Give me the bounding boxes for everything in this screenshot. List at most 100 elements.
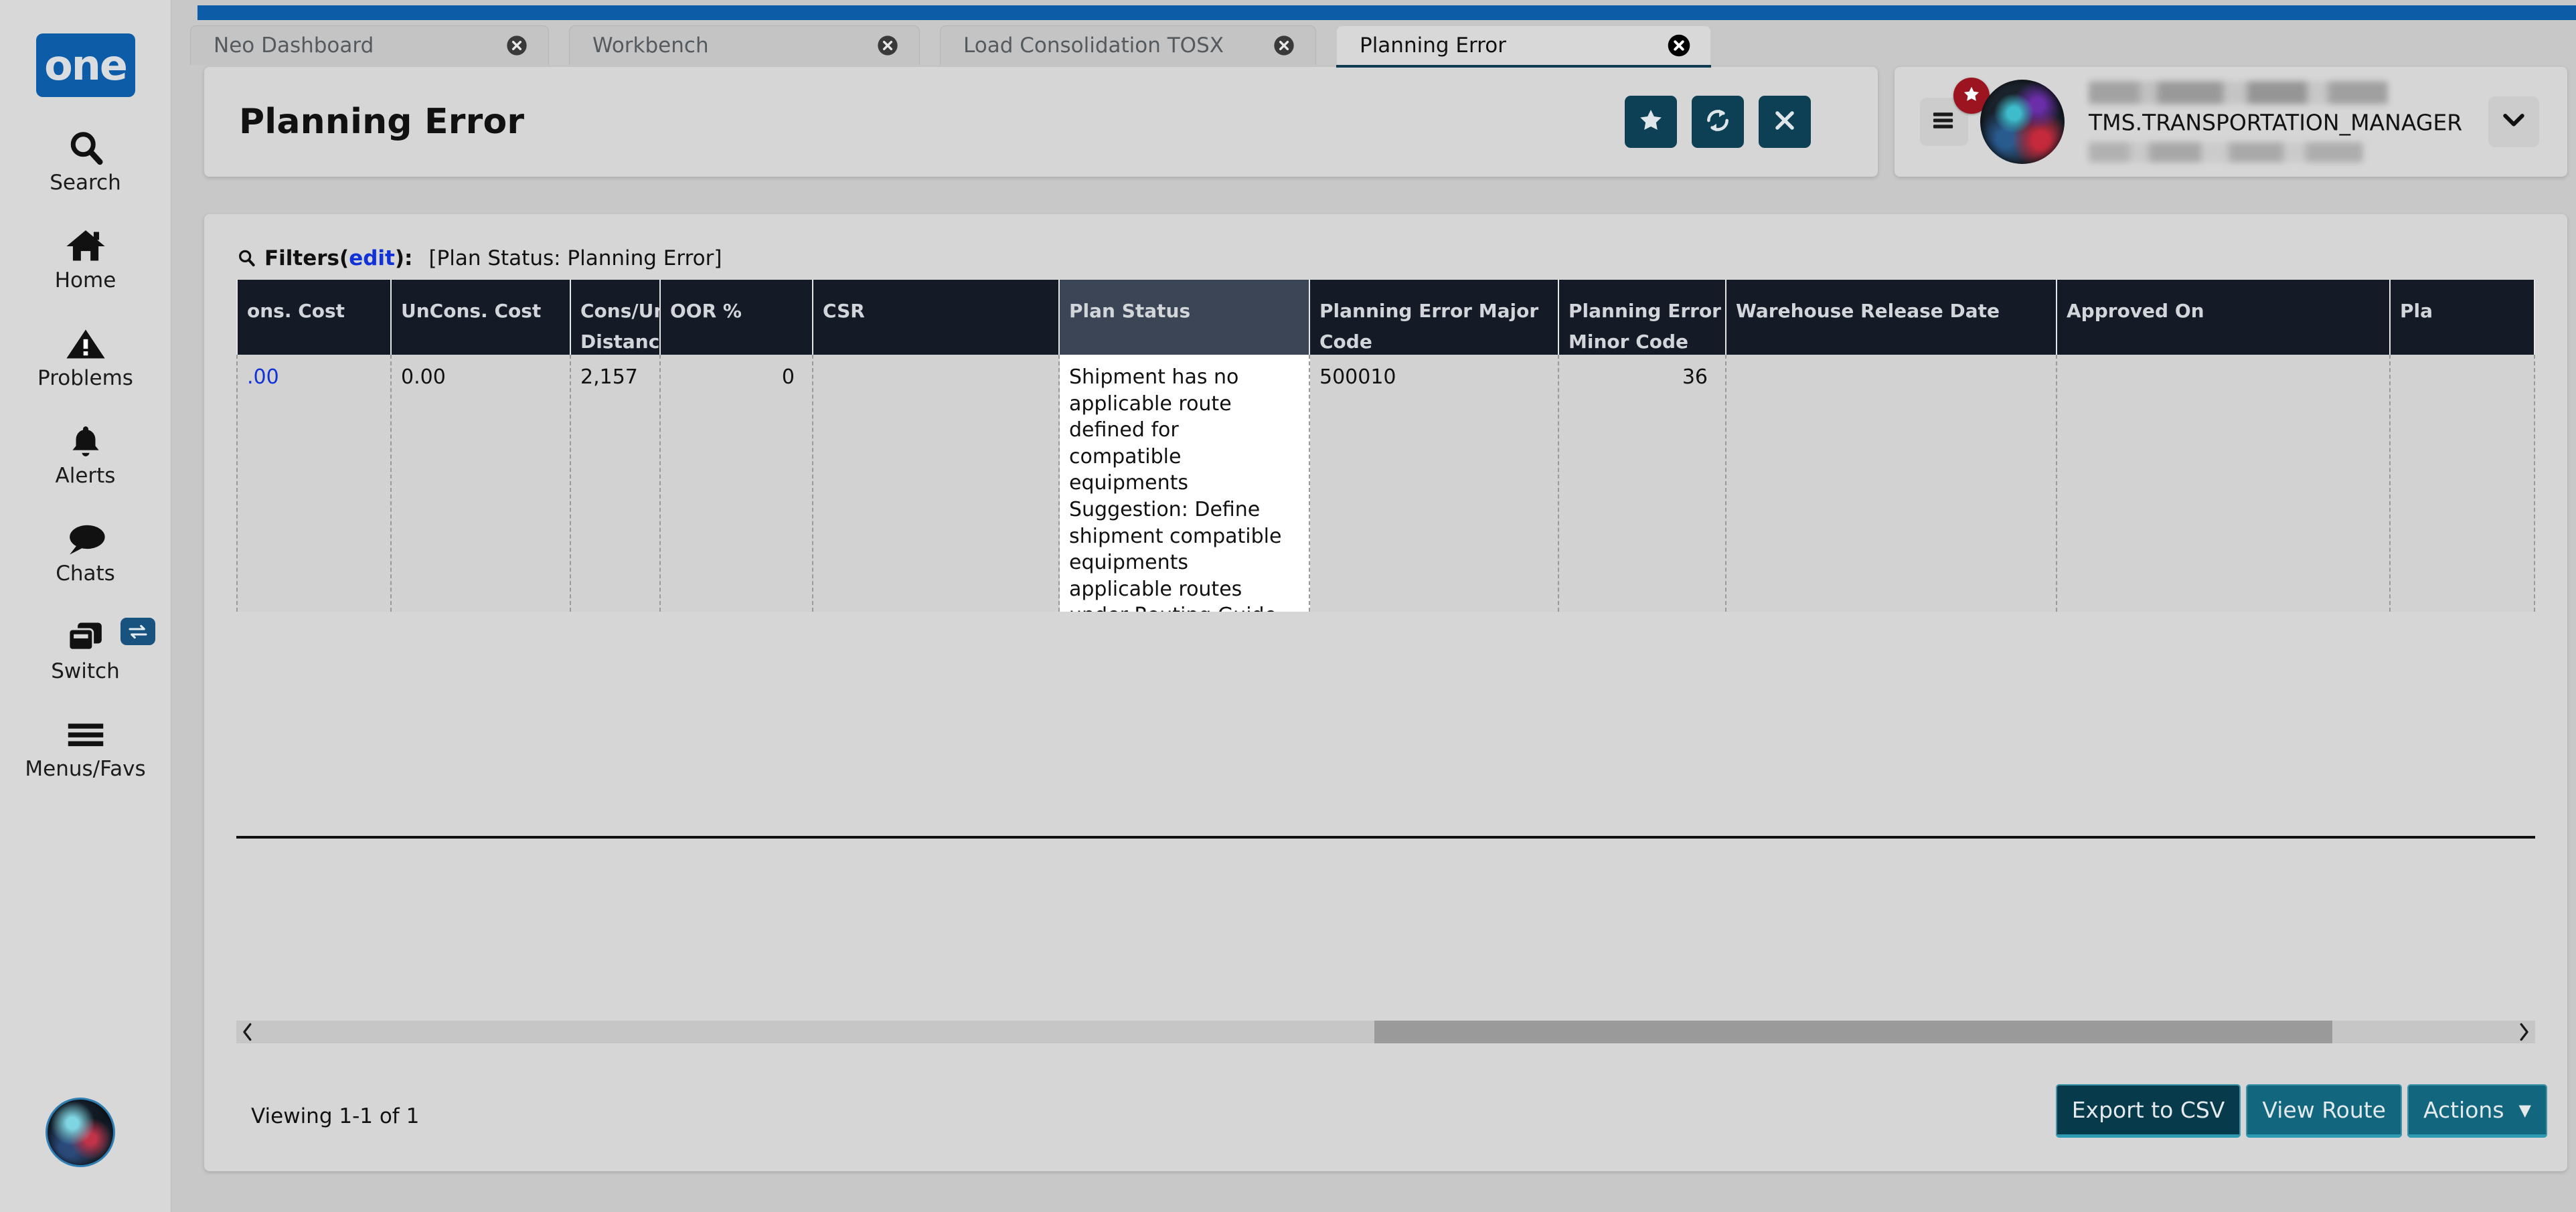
- home-icon: [65, 226, 106, 267]
- sidebar-item-label: Switch: [51, 659, 120, 683]
- tab-close-icon[interactable]: [876, 34, 899, 57]
- column-header[interactable]: Cons/UnC Distance: [571, 280, 661, 355]
- sidebar-item-label: Problems: [37, 366, 133, 390]
- column-header[interactable]: CSR: [813, 280, 1060, 355]
- tab-planning-error[interactable]: Planning Error: [1336, 25, 1711, 65]
- table-cell: 2,157: [571, 355, 661, 612]
- refresh-button[interactable]: [1692, 96, 1744, 148]
- column-header[interactable]: Planning Error Major Code: [1310, 280, 1559, 355]
- table-cell: 500010: [1310, 355, 1559, 612]
- main-content-card: Filters ( edit ): [Plan Status: Planning…: [204, 214, 2567, 1171]
- record-count-label: Viewing 1-1 of 1: [251, 1104, 419, 1128]
- column-header[interactable]: Approved On: [2057, 280, 2391, 355]
- button-label: View Route: [2262, 1097, 2386, 1123]
- column-header[interactable]: UnCons. Cost: [392, 280, 571, 355]
- close-x-icon: [1772, 108, 1797, 137]
- column-header[interactable]: Planning Error Minor Code: [1559, 280, 1726, 355]
- user-display-name-redacted: [2089, 82, 2388, 104]
- button-label: Actions: [2423, 1097, 2504, 1123]
- table-cell: Shipment has no applicable route defined…: [1060, 355, 1310, 612]
- sidebar-item-search[interactable]: Search: [0, 128, 171, 195]
- table-cell: 0: [661, 355, 813, 612]
- table-cell: [2057, 355, 2391, 612]
- cell-link[interactable]: .00: [247, 365, 279, 389]
- left-sidebar: one Search Home Problems Alerts: [0, 0, 171, 1212]
- search-icon: [66, 128, 106, 169]
- tab-load-consolidation-tosx[interactable]: Load Consolidation TOSX: [940, 25, 1316, 65]
- sidebar-item-label: Menus/Favs: [25, 757, 145, 781]
- export-to-csv-button[interactable]: Export to CSV: [2056, 1084, 2241, 1138]
- grid-body: .00 0.002,1570 Shipment has no applicable …: [236, 355, 2535, 612]
- sidebar-item-chats[interactable]: Chats: [0, 519, 171, 586]
- sidebar-item-label: Alerts: [56, 464, 116, 488]
- grid-header-row: ons. CostUnCons. CostCons/UnC DistanceOO…: [236, 280, 2535, 355]
- warning-triangle-icon: [65, 323, 106, 365]
- footer-action-buttons: Export to CSV View Route Actions ▼: [2056, 1084, 2547, 1138]
- star-icon: [1962, 85, 1981, 107]
- column-header[interactable]: ons. Cost: [236, 280, 392, 355]
- brand-logo[interactable]: one: [36, 33, 135, 97]
- filters-label: Filters: [264, 246, 339, 270]
- close-button[interactable]: [1759, 96, 1811, 148]
- sidebar-item-home[interactable]: Home: [0, 226, 171, 292]
- avatar[interactable]: [1980, 80, 2065, 164]
- chat-bubble-icon: [65, 519, 106, 560]
- table-cell: [1726, 355, 2057, 612]
- table-cell: .00: [236, 355, 392, 612]
- filters-paren-open: (: [339, 246, 349, 270]
- tab-workbench[interactable]: Workbench: [569, 25, 920, 65]
- tab-bar: Neo Dashboard Workbench Load Consolidati…: [171, 20, 2576, 65]
- scrollbar-track[interactable]: [259, 1021, 2512, 1043]
- table-cell: 36: [1559, 355, 1726, 612]
- sidebar-user-avatar[interactable]: [46, 1098, 115, 1167]
- column-header[interactable]: Warehouse Release Date: [1726, 280, 2057, 355]
- user-card: TMS.TRANSPORTATION_MANAGER: [1895, 67, 2567, 177]
- sidebar-item-label: Home: [55, 268, 116, 292]
- chevron-down-icon: [2502, 112, 2525, 132]
- sidebar-item-label: Chats: [56, 561, 115, 586]
- data-grid: ons. CostUnCons. CostCons/UnC DistanceOO…: [236, 280, 2535, 612]
- user-info: TMS.TRANSPORTATION_MANAGER: [2089, 82, 2517, 163]
- data-grid-viewport: ons. CostUnCons. CostCons/UnC DistanceOO…: [236, 280, 2535, 842]
- filters-paren-close: ):: [395, 246, 413, 270]
- scrollbar-thumb[interactable]: [1374, 1021, 2332, 1043]
- sidebar-item-alerts[interactable]: Alerts: [0, 421, 171, 488]
- favorite-button[interactable]: [1625, 96, 1677, 148]
- user-dropdown-button[interactable]: [2488, 96, 2539, 147]
- user-login: TMS.TRANSPORTATION_MANAGER: [2089, 110, 2517, 136]
- hamburger-icon: [65, 714, 106, 756]
- application-window: one Search Home Problems Alerts: [0, 0, 2576, 1212]
- column-header[interactable]: Pla: [2391, 280, 2535, 355]
- tab-close-icon[interactable]: [1273, 34, 1295, 57]
- column-header[interactable]: OOR %: [661, 280, 813, 355]
- sidebar-item-menus-favs[interactable]: Menus/Favs: [0, 714, 171, 781]
- table-cell: 0.00: [392, 355, 571, 612]
- page-header-card: Planning Error: [204, 67, 1878, 177]
- refresh-icon: [1704, 106, 1732, 138]
- filters-bar: Filters ( edit ): [Plan Status: Planning…: [236, 246, 722, 270]
- actions-button[interactable]: Actions ▼: [2407, 1084, 2547, 1138]
- sidebar-item-problems[interactable]: Problems: [0, 323, 171, 390]
- sidebar-item-switch[interactable]: Switch: [0, 616, 171, 683]
- swap-arrows-icon[interactable]: [120, 618, 155, 645]
- tab-label: Load Consolidation TOSX: [963, 33, 1224, 58]
- filters-edit-link[interactable]: edit: [349, 246, 395, 270]
- tab-close-icon[interactable]: [505, 34, 528, 57]
- caret-down-icon: ▼: [2519, 1101, 2531, 1120]
- chevron-left-icon[interactable]: [236, 1021, 259, 1043]
- top-accent-bar: [197, 5, 2576, 20]
- tab-label: Planning Error: [1360, 33, 1506, 58]
- star-icon: [1637, 107, 1664, 137]
- table-cell: [813, 355, 1060, 612]
- bell-icon: [67, 421, 104, 462]
- horizontal-scrollbar[interactable]: [236, 1021, 2535, 1043]
- tab-neo-dashboard[interactable]: Neo Dashboard: [190, 25, 549, 65]
- chevron-right-icon[interactable]: [2512, 1021, 2535, 1043]
- hamburger-icon: [1931, 110, 1957, 134]
- page-title: Planning Error: [239, 102, 524, 142]
- search-icon: [236, 248, 256, 268]
- column-header[interactable]: Plan Status: [1060, 280, 1310, 355]
- tab-close-icon[interactable]: [1668, 34, 1690, 57]
- view-route-button[interactable]: View Route: [2246, 1084, 2402, 1138]
- table-row[interactable]: .00 0.002,1570 Shipment has no applicable …: [236, 355, 2535, 612]
